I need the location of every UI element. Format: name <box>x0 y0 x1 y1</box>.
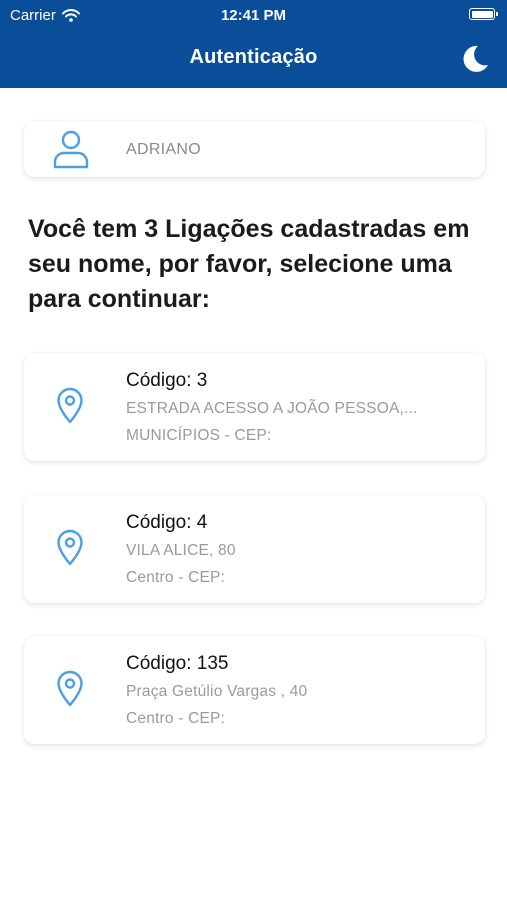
connection-address: VILA ALICE, 80 <box>126 542 236 559</box>
connection-city: Centro - CEP: <box>126 569 226 586</box>
user-card: ADRIANO <box>24 121 485 177</box>
connection-card-1[interactable]: Código: 3 ESTRADA ACESSO A JOÃO PESSOA,.… <box>24 353 485 461</box>
location-pin-icon <box>57 529 83 566</box>
connection-code: Código: 4 <box>126 512 208 533</box>
connection-city: MUNICÍPIOS - CEP: <box>126 427 272 444</box>
instruction-heading: Você tem 3 Ligações cadastradas em seu n… <box>28 215 470 313</box>
connection-city: Centro - CEP: <box>126 710 226 727</box>
location-pin-icon <box>57 387 83 424</box>
connection-card-2[interactable]: Código: 4 VILA ALICE, 80 Centro - CEP: <box>24 495 485 603</box>
connection-code: Código: 3 <box>126 370 208 391</box>
connection-address: ESTRADA ACESSO A JOÃO PESSOA,... <box>126 400 418 417</box>
location-pin-icon <box>57 670 83 707</box>
page-title: Autenticação <box>189 46 318 68</box>
user-icon <box>53 130 89 169</box>
connection-card-3[interactable]: Código: 135 Praça Getúlio Vargas , 40 Ce… <box>24 636 485 744</box>
connection-code: Código: 135 <box>126 653 229 674</box>
top-bar: Carrier 12:41 PM Autenticação <box>0 0 507 88</box>
moon-icon[interactable] <box>459 43 491 75</box>
clock: 12:41 PM <box>220 7 287 24</box>
connection-address: Praça Getúlio Vargas , 40 <box>126 683 308 700</box>
user-name: ADRIANO <box>126 141 201 158</box>
battery-icon <box>469 8 498 20</box>
status-bar: Carrier 12:41 PM <box>0 0 507 32</box>
